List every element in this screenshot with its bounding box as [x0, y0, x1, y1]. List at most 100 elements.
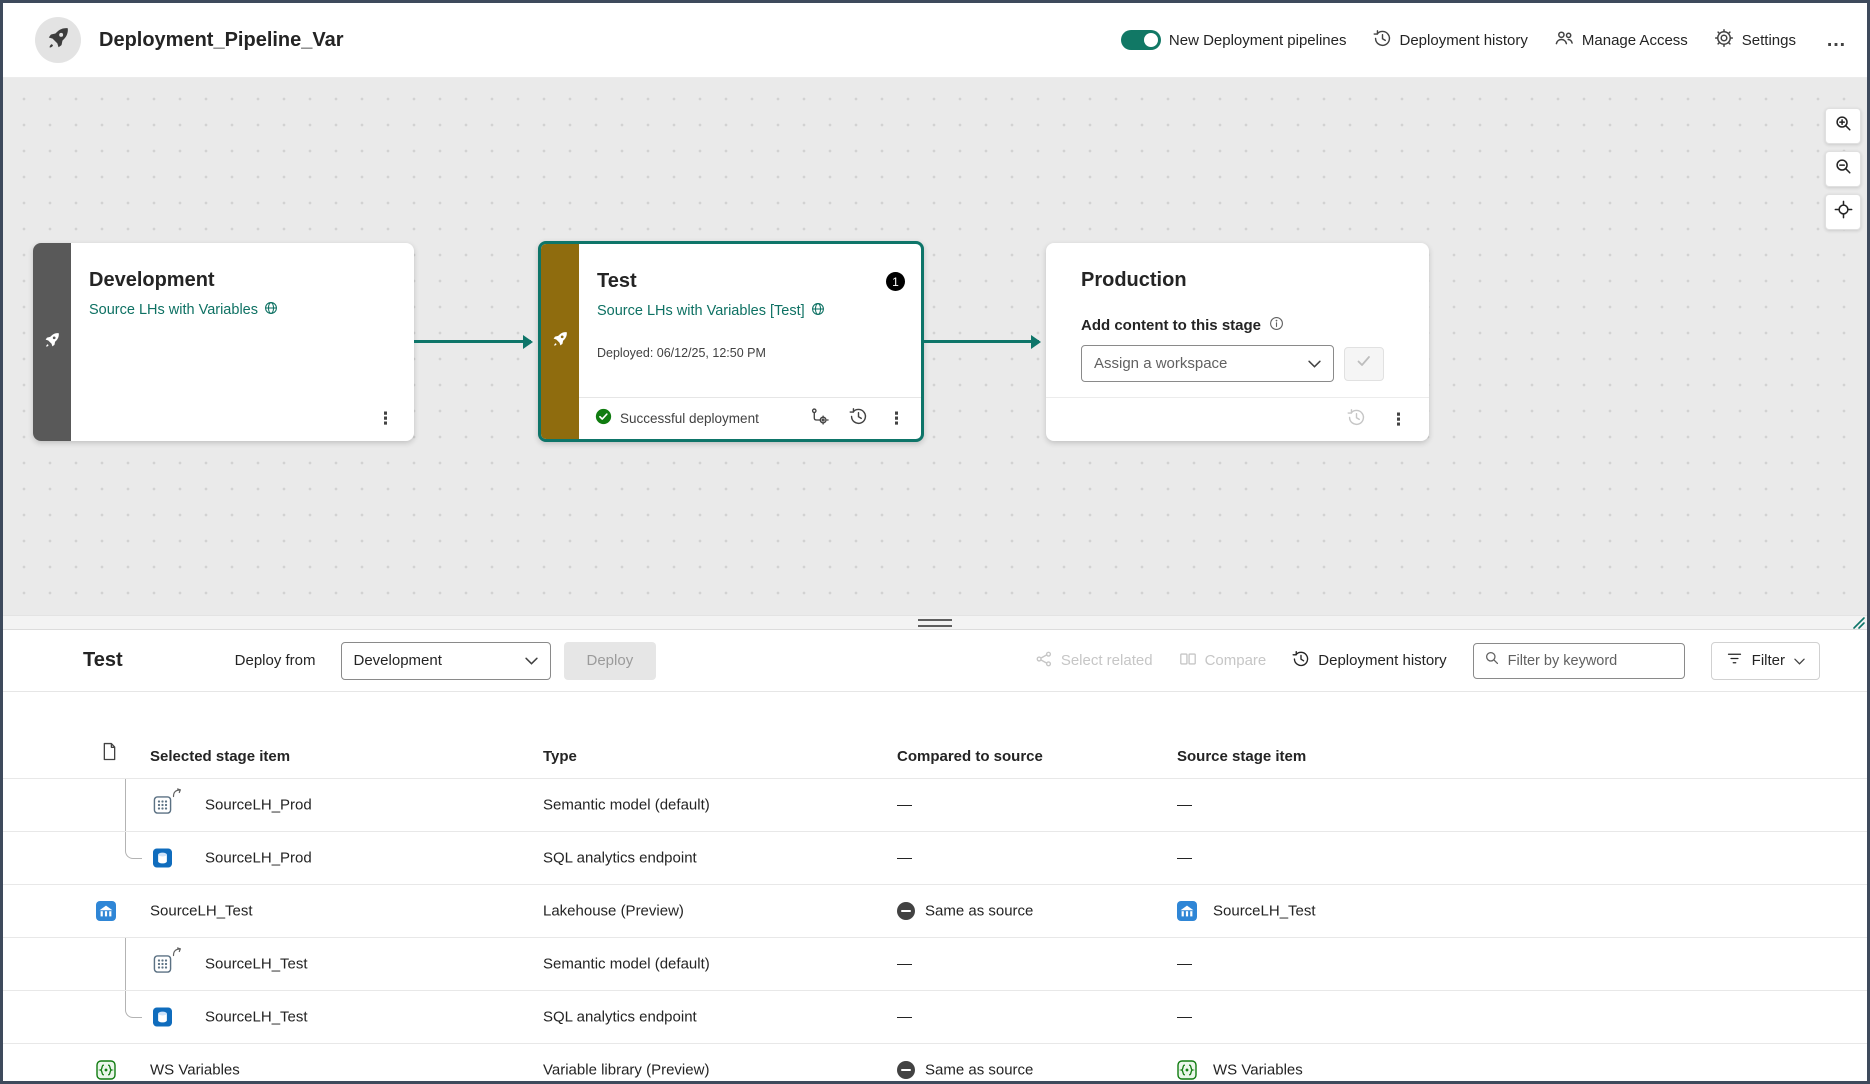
more-button[interactable]: ⋮ — [888, 410, 905, 427]
deployment-status-text: Successful deployment — [620, 411, 759, 426]
app-window: Deployment_Pipeline_Var New Deployment p… — [0, 0, 1870, 1084]
zoom-in-icon — [1834, 114, 1853, 138]
add-content-label-row: Add content to this stage — [1081, 316, 1409, 335]
source-value: — — [1177, 796, 1192, 814]
header-type[interactable]: Type — [543, 748, 577, 765]
filter-button[interactable]: Filter — [1710, 641, 1820, 680]
tree-connector — [125, 832, 142, 859]
new-pipelines-toggle-group[interactable]: New Deployment pipelines — [1120, 30, 1347, 50]
search-icon — [1484, 650, 1500, 671]
filter-label: Filter — [1751, 652, 1785, 669]
table-row[interactable]: SourceLH_Test Semantic model (default) —… — [3, 937, 1867, 990]
pipeline-canvas[interactable]: Development Source LHs with Variables ⋮ … — [3, 78, 1867, 615]
table-row[interactable]: SourceLH_Test Lakehouse (Preview) Same a… — [3, 884, 1867, 937]
select-related-button[interactable]: Select related — [1035, 650, 1153, 672]
selected-stage-title: Test — [83, 649, 123, 671]
search-input[interactable] — [1507, 652, 1674, 669]
splitter-handle-icon — [918, 618, 952, 627]
compared-value: Same as source — [925, 1061, 1034, 1079]
arrowhead-icon — [523, 334, 533, 349]
globe-icon — [811, 302, 825, 320]
rocket-icon — [43, 331, 61, 354]
stage-footer-actions: ⋮ — [810, 407, 905, 431]
workspace-link[interactable]: Source LHs with Variables [Test] — [597, 302, 901, 320]
detail-toolbar-right: Select related Compare Deployment histor… — [1035, 641, 1820, 680]
item-type: SQL analytics endpoint — [543, 1008, 697, 1026]
test-stage-footer: Successful deployment ⋮ — [579, 397, 921, 439]
fit-to-view-button[interactable] — [1825, 194, 1861, 230]
zoom-out-icon — [1834, 157, 1853, 181]
history-icon — [1292, 650, 1310, 672]
table-row[interactable]: SourceLH_Prod Semantic model (default) —… — [3, 778, 1867, 831]
confirm-workspace-button[interactable] — [1344, 346, 1384, 381]
settings-label: Settings — [1741, 31, 1796, 49]
same-as-source-icon — [897, 1061, 915, 1079]
page-title: Deployment_Pipeline_Var — [99, 28, 344, 51]
panel-splitter[interactable] — [3, 615, 1867, 630]
table-row[interactable]: SourceLH_Prod SQL analytics endpoint — — — [3, 831, 1867, 884]
table-row[interactable]: SourceLH_Test SQL analytics endpoint — — — [3, 990, 1867, 1043]
manage-access-label: Manage Access — [1581, 31, 1688, 49]
arrowhead-icon — [1031, 334, 1041, 349]
success-check-icon — [595, 408, 612, 430]
sql-endpoint-icon — [153, 848, 172, 868]
rocket-icon — [45, 25, 71, 56]
settings-button[interactable]: Settings — [1714, 28, 1796, 52]
deploy-button[interactable]: Deploy — [563, 641, 657, 680]
rocket-icon — [551, 330, 569, 353]
deploy-from-label: Deploy from — [234, 652, 316, 669]
deployment-rules-icon[interactable] — [810, 407, 829, 431]
deployment-history-label: Deployment history — [1399, 31, 1528, 49]
filter-icon — [1726, 650, 1743, 671]
workspace-link[interactable]: Source LHs with Variables — [89, 301, 394, 319]
zoom-out-button[interactable] — [1825, 151, 1861, 187]
stage-card-production[interactable]: Production Add content to this stage Ass… — [1046, 243, 1429, 441]
toggle-switch[interactable] — [1120, 30, 1161, 50]
history-icon — [1347, 408, 1366, 432]
assign-workspace-dropdown[interactable]: Assign a workspace — [1081, 345, 1334, 382]
file-icon — [102, 742, 117, 766]
zoom-in-button[interactable] — [1825, 108, 1861, 144]
stage-card-development[interactable]: Development Source LHs with Variables ⋮ — [33, 243, 414, 441]
more-options-button[interactable]: … — [1822, 29, 1851, 52]
source-value: WS Variables — [1213, 1061, 1303, 1079]
deploy-from-dropdown[interactable]: Development — [340, 641, 551, 680]
test-stage-body: 1 Test Source LHs with Variables [Test] … — [579, 244, 921, 439]
header-actions: New Deployment pipelines Deployment hist… — [1120, 28, 1851, 52]
variable-library-icon — [96, 1060, 116, 1080]
item-name: SourceLH_Test — [150, 902, 253, 920]
source-value: — — [1177, 1008, 1192, 1026]
source-value: — — [1177, 849, 1192, 867]
add-content-label: Add content to this stage — [1081, 317, 1261, 334]
compare-icon — [1179, 650, 1197, 672]
tree-connector — [125, 938, 126, 990]
deployment-history-button[interactable]: Deployment history — [1373, 29, 1528, 52]
item-type: SQL analytics endpoint — [543, 849, 697, 867]
keyword-filter-searchbox[interactable] — [1472, 642, 1685, 679]
app-header: Deployment_Pipeline_Var New Deployment p… — [3, 3, 1867, 78]
info-icon[interactable] — [1269, 316, 1284, 335]
history-icon[interactable] — [849, 407, 868, 431]
compared-value: — — [897, 796, 912, 814]
same-as-source-icon — [897, 902, 915, 920]
more-button[interactable]: ⋮ — [1390, 411, 1407, 428]
resize-corner-icon[interactable] — [1848, 612, 1866, 635]
header-selected-stage-item[interactable]: Selected stage item — [150, 748, 290, 765]
header-source-stage-item[interactable]: Source stage item — [1177, 748, 1306, 765]
gear-icon — [1714, 28, 1734, 52]
table-row[interactable]: WS Variables Variable library (Preview) … — [3, 1043, 1867, 1081]
more-button[interactable]: ⋮ — [377, 409, 394, 429]
stage-card-test[interactable]: 1 Test Source LHs with Variables [Test] … — [538, 241, 924, 442]
deployment-history-label: Deployment history — [1318, 652, 1447, 669]
item-type: Variable library (Preview) — [543, 1061, 710, 1079]
semantic-model-icon — [153, 955, 172, 974]
stage-title: Development — [89, 269, 215, 291]
deploy-from-value: Development — [353, 652, 442, 669]
deployment-history-button[interactable]: Deployment history — [1292, 650, 1447, 672]
header-compared-to-source[interactable]: Compared to source — [897, 748, 1043, 765]
compare-button[interactable]: Compare — [1179, 650, 1266, 672]
development-stage-body: Development Source LHs with Variables ⋮ — [71, 243, 414, 441]
default-model-marker-icon — [172, 947, 182, 957]
select-related-icon — [1035, 650, 1053, 672]
manage-access-button[interactable]: Manage Access — [1554, 28, 1688, 52]
